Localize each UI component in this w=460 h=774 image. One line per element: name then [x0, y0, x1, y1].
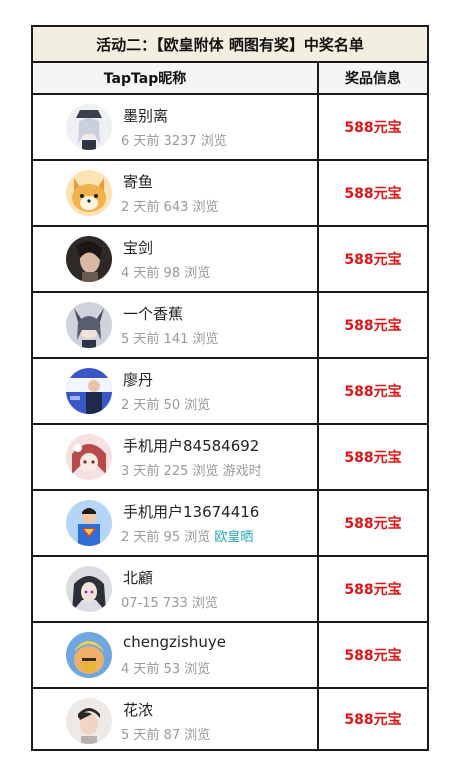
- post-time: 6 天前: [121, 134, 160, 149]
- post-views: 87 浏览: [163, 728, 211, 743]
- table-header: TapTap昵称 奖品信息: [33, 63, 427, 95]
- winner-cell: 手机用户84584692 3 天前 225 浏览 游戏时: [33, 425, 319, 489]
- post-time: 2 天前: [121, 398, 160, 413]
- post-meta: 07-15 733 浏览: [121, 592, 218, 611]
- winner-cell: 廖丹 2 天前 50 浏览: [33, 359, 319, 423]
- prize-cell: 588元宝: [344, 318, 402, 334]
- post-views: 733 浏览: [162, 596, 218, 611]
- post-meta: 5 天前 141 浏览: [121, 328, 219, 347]
- table-row: 廖丹 2 天前 50 浏览 588元宝: [33, 359, 427, 425]
- winner-cell: 墨别离 6 天前 3237 浏览: [33, 95, 319, 159]
- table-row: 手机用户84584692 3 天前 225 浏览 游戏时 588元宝: [33, 425, 427, 491]
- table-row: 花浓 5 天前 87 浏览 588元宝: [33, 689, 427, 749]
- anime-girl-avatar-icon[interactable]: [66, 104, 112, 150]
- winner-nickname[interactable]: 手机用户13674416: [123, 501, 259, 522]
- winner-cell: 宝剑 4 天前 98 浏览: [33, 227, 319, 291]
- table-row: 北顧 07-15 733 浏览 588元宝: [33, 557, 427, 623]
- table-row: 寄鱼 2 天前 643 浏览 588元宝: [33, 161, 427, 227]
- post-views: 98 浏览: [163, 266, 211, 281]
- winner-nickname[interactable]: 一个香蕉: [123, 303, 183, 324]
- table-row: 墨别离 6 天前 3237 浏览 588元宝: [33, 95, 427, 161]
- winner-cell: 寄鱼 2 天前 643 浏览: [33, 161, 319, 225]
- post-time: 2 天前: [121, 200, 160, 215]
- prize-cell: 588元宝: [344, 384, 402, 400]
- table-row: chengzishuye 4 天前 53 浏览 588元宝: [33, 623, 427, 689]
- winner-nickname[interactable]: 墨别离: [123, 105, 168, 126]
- prize-cell: 588元宝: [344, 120, 402, 136]
- winner-nickname[interactable]: 廖丹: [123, 369, 153, 390]
- table-row: 手机用户13674416 2 天前 95 浏览 欧皇晒 588元宝: [33, 491, 427, 557]
- post-time: 4 天前: [121, 662, 160, 677]
- post-views: 643 浏览: [163, 200, 219, 215]
- winner-nickname[interactable]: 北顧: [123, 567, 153, 588]
- winner-cell: chengzishuye 4 天前 53 浏览: [33, 623, 319, 687]
- post-time: 4 天前: [121, 266, 160, 281]
- woman-photo-avatar-icon[interactable]: [66, 236, 112, 282]
- post-meta: 3 天前 225 浏览 游戏时: [121, 460, 262, 479]
- post-meta: 4 天前 53 浏览: [121, 658, 210, 677]
- man-banner-avatar-icon[interactable]: [66, 368, 112, 414]
- post-time: 5 天前: [121, 728, 160, 743]
- clash-barbarian-avatar-icon[interactable]: [66, 632, 112, 678]
- post-meta: 5 天前 87 浏览: [121, 724, 210, 743]
- prize-cell: 588元宝: [344, 186, 402, 202]
- winner-nickname[interactable]: 宝剑: [123, 237, 153, 258]
- anime-character-avatar-icon[interactable]: [66, 302, 112, 348]
- prize-cell: 588元宝: [344, 712, 402, 728]
- post-views: 50 浏览: [163, 398, 211, 413]
- boy-portrait-avatar-icon[interactable]: [66, 698, 112, 744]
- column-header-prize: 奖品信息: [345, 71, 401, 87]
- post-time: 07-15: [121, 596, 159, 611]
- post-views: 3237 浏览: [163, 134, 227, 149]
- post-time: 3 天前: [121, 464, 160, 479]
- anime-redhair-avatar-icon[interactable]: [66, 434, 112, 480]
- column-header-nickname: TapTap昵称: [33, 63, 319, 93]
- table-row: 一个香蕉 5 天前 141 浏览 588元宝: [33, 293, 427, 359]
- winner-cell: 北顧 07-15 733 浏览: [33, 557, 319, 621]
- winner-nickname[interactable]: chengzishuye: [123, 633, 226, 651]
- winners-table: 活动二：【欧皇附体 晒图有奖】中奖名单 TapTap昵称 奖品信息 墨别离 6 …: [31, 25, 429, 751]
- superman-avatar-icon[interactable]: [66, 500, 112, 546]
- post-views: 225 浏览: [163, 464, 219, 479]
- post-meta: 2 天前 50 浏览: [121, 394, 210, 413]
- post-meta: 6 天前 3237 浏览: [121, 130, 227, 149]
- table-body: 墨别离 6 天前 3237 浏览 588元宝 寄鱼 2 天前 643 浏览 58…: [33, 95, 427, 749]
- post-meta: 2 天前 643 浏览: [121, 196, 219, 215]
- winner-nickname[interactable]: 花浓: [123, 699, 153, 720]
- post-views: 53 浏览: [163, 662, 211, 677]
- winner-cell: 手机用户13674416 2 天前 95 浏览 欧皇晒: [33, 491, 319, 555]
- anime-darkhair-avatar-icon[interactable]: [66, 566, 112, 612]
- shiba-dog-avatar-icon[interactable]: [66, 170, 112, 216]
- post-time: 2 天前: [121, 530, 160, 545]
- winner-nickname[interactable]: 手机用户84584692: [123, 435, 259, 456]
- page-title: 活动二：【欧皇附体 晒图有奖】中奖名单: [33, 27, 427, 63]
- post-views: 95 浏览: [163, 530, 211, 545]
- prize-cell: 588元宝: [344, 648, 402, 664]
- post-tag[interactable]: 欧皇晒: [214, 530, 253, 545]
- prize-cell: 588元宝: [344, 516, 402, 532]
- winner-nickname[interactable]: 寄鱼: [123, 171, 153, 192]
- post-views: 141 浏览: [163, 332, 219, 347]
- table-row: 宝剑 4 天前 98 浏览 588元宝: [33, 227, 427, 293]
- prize-cell: 588元宝: [344, 450, 402, 466]
- prize-cell: 588元宝: [344, 252, 402, 268]
- prize-cell: 588元宝: [344, 582, 402, 598]
- post-meta: 4 天前 98 浏览: [121, 262, 210, 281]
- winner-cell: 一个香蕉 5 天前 141 浏览: [33, 293, 319, 357]
- post-time: 5 天前: [121, 332, 160, 347]
- post-extra: 游戏时: [222, 464, 262, 479]
- winner-cell: 花浓 5 天前 87 浏览: [33, 689, 319, 749]
- post-meta: 2 天前 95 浏览 欧皇晒: [121, 526, 253, 545]
